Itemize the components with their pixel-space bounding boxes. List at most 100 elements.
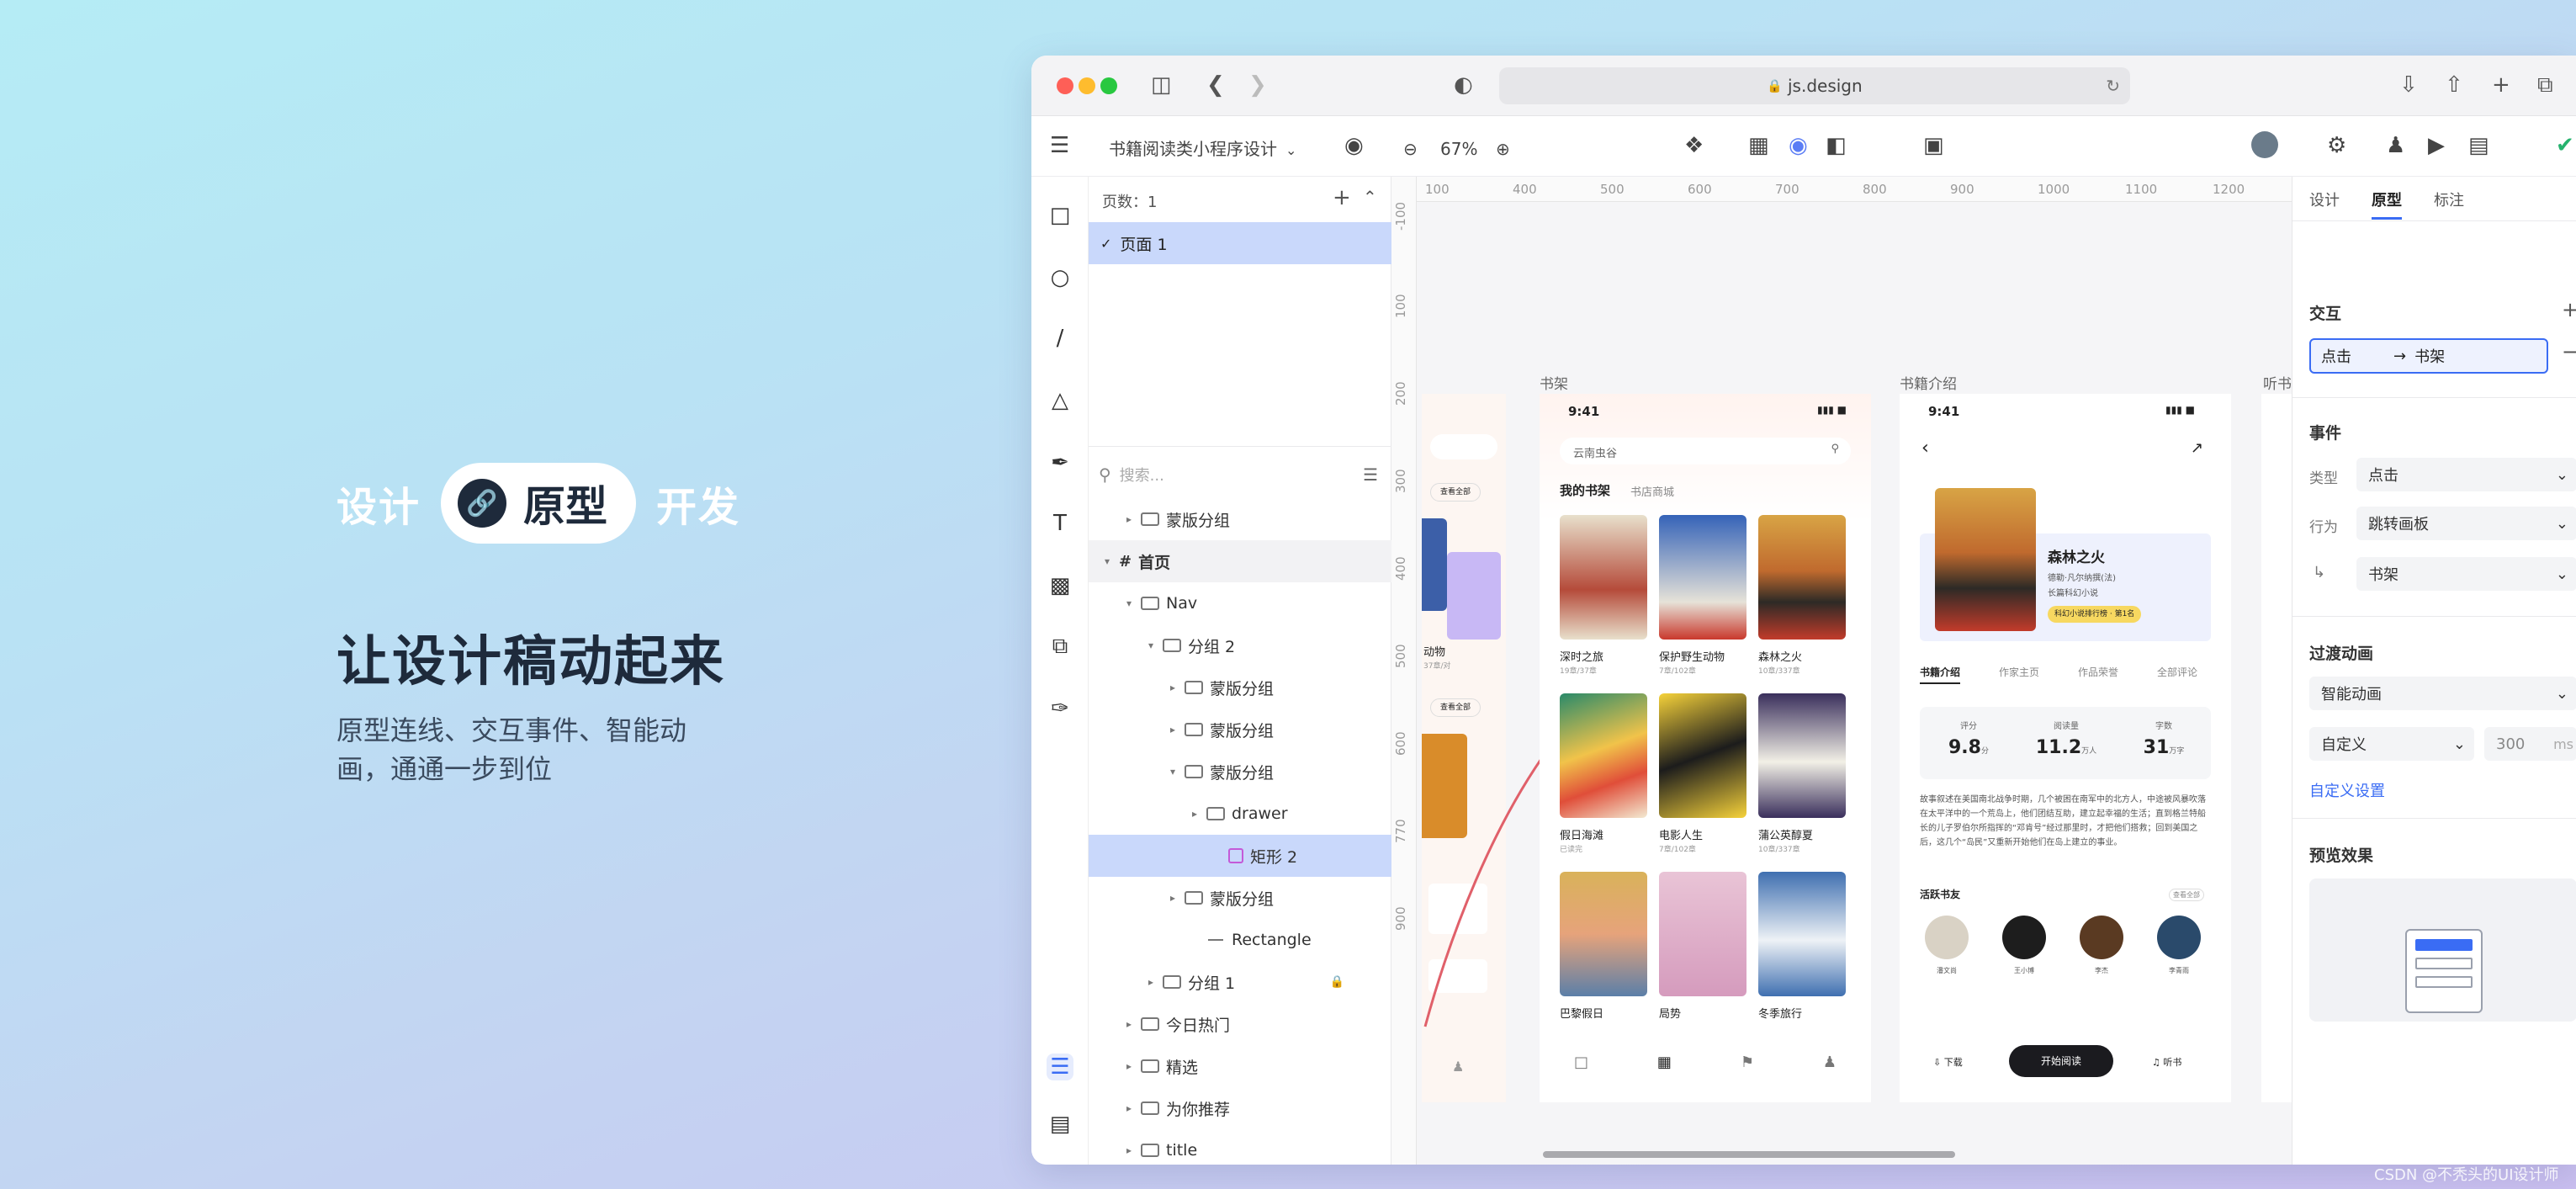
layer-row[interactable]: ▸ 分组 1 🔒 (1089, 961, 1391, 1003)
expand-arrow-icon[interactable]: ▸ (1164, 892, 1181, 904)
expand-arrow-icon[interactable]: ▾ (1121, 597, 1137, 609)
expand-arrow-icon[interactable]: ▾ (1099, 555, 1116, 567)
frame-tool-icon[interactable]: ⧉ (1047, 633, 1073, 660)
menu-icon[interactable]: ☰ (1050, 133, 1069, 158)
add-interaction-icon[interactable]: + (2562, 298, 2576, 321)
start-reading-button[interactable]: 开始阅读 (2009, 1045, 2113, 1077)
add-page-icon[interactable]: + (1333, 185, 1351, 210)
triangle-tool-icon[interactable]: △ (1047, 387, 1073, 414)
layer-search[interactable]: ⚲ 搜索... ☰ (1099, 456, 1381, 493)
book-cover-image[interactable] (1560, 872, 1647, 996)
tabs-overview-icon[interactable]: ⧉ (2537, 72, 2553, 98)
assets-icon[interactable]: ▤ (1047, 1111, 1073, 1138)
layout-icon[interactable]: ▤ (2468, 133, 2489, 158)
expand-arrow-icon[interactable]: ▸ (1164, 682, 1181, 693)
brush-tool-icon[interactable]: ✑ (1047, 695, 1073, 722)
avatar[interactable] (2080, 916, 2123, 959)
layer-row[interactable]: 矩形 2 (1089, 835, 1391, 877)
component-icon[interactable]: ❖ (1684, 133, 1704, 158)
layer-row[interactable]: ▸ 为你推荐 (1089, 1087, 1391, 1129)
reload-icon[interactable]: ↻ (2106, 76, 2120, 96)
layer-row[interactable]: ▸ 今日热门 (1089, 1003, 1391, 1045)
collapse-pages-icon[interactable]: ⌃ (1363, 187, 1377, 207)
avatar[interactable] (2251, 131, 2278, 158)
book-cover-image[interactable] (1659, 515, 1746, 640)
destination-select[interactable]: 书架 ⌄ (2356, 557, 2576, 591)
book-cover-image[interactable] (1758, 515, 1846, 640)
book-cover-image[interactable] (1758, 693, 1846, 818)
expand-arrow-icon[interactable]: ▸ (1164, 724, 1181, 735)
back-icon[interactable]: ‹ (1921, 438, 1929, 459)
file-menu-chevron-icon[interactable]: ⌄ (1285, 138, 1296, 163)
download-icon[interactable]: ⇩ (2399, 72, 2418, 98)
frame-tool-icon[interactable]: ▦ (1748, 133, 1769, 158)
image-tool-icon[interactable]: ▩ (1047, 572, 1073, 599)
pen-tool-icon[interactable]: ✒ (1047, 449, 1073, 476)
intro-tab[interactable]: 书籍介绍 (1920, 665, 1961, 684)
page-item-1[interactable]: ✓ 页面 1 (1089, 222, 1391, 264)
tab-store[interactable]: 书店商城 (1630, 483, 1674, 499)
type-select[interactable]: 点击 ⌄ (2356, 458, 2576, 491)
expand-arrow-icon[interactable]: ▸ (1121, 1060, 1137, 1072)
listen-button[interactable]: ♫ 听书 (2152, 1055, 2181, 1069)
collaborators-icon[interactable]: ♟ (2386, 133, 2405, 158)
expand-arrow-icon[interactable]: ▾ (1142, 640, 1159, 651)
plugin-icon[interactable]: ⚙ (2327, 133, 2346, 158)
interaction-item[interactable]: 点击 → 书架 (2309, 338, 2548, 374)
layer-row[interactable]: ▾ # 首页 (1089, 540, 1391, 582)
avatar[interactable] (1925, 916, 1969, 959)
book-cover-image[interactable] (1659, 872, 1746, 996)
layer-row[interactable]: ▸ 精选 (1089, 1045, 1391, 1087)
zoom-dot-icon[interactable] (1100, 77, 1117, 94)
property-tab[interactable]: 标注 (2434, 188, 2464, 210)
expand-arrow-icon[interactable]: ▸ (1121, 1144, 1137, 1156)
duration-input[interactable]: 300 ms (2484, 727, 2576, 761)
easing-select[interactable]: 自定义 ⌄ (2309, 727, 2474, 761)
bookmark-tab-icon[interactable]: ⚑ (1741, 1054, 1754, 1087)
zoom-in-icon[interactable]: ⊕ (1496, 136, 1510, 162)
layer-row[interactable]: ▾ 分组 2 (1089, 624, 1391, 666)
layer-row[interactable]: ▸ 蒙版分组 (1089, 877, 1391, 919)
partial-right-frame[interactable] (2261, 394, 2292, 1102)
share-icon[interactable]: ↗ (2191, 439, 2203, 457)
intro-tab[interactable]: 作品荣誉 (2078, 665, 2118, 679)
layer-search-input[interactable]: 搜索... (1120, 464, 1164, 486)
avatar[interactable] (2002, 916, 2046, 959)
play-icon[interactable]: ▶ (2428, 133, 2445, 158)
download-button[interactable]: ⇩ 下载 (1933, 1055, 1963, 1069)
frame-icon[interactable]: ▣ (1923, 133, 1944, 158)
property-tab[interactable]: 设计 (2309, 188, 2340, 210)
remove-interaction-icon[interactable]: − (2562, 340, 2576, 364)
avatar[interactable] (2157, 916, 2201, 959)
ellipse-tool-icon[interactable]: ○ (1047, 264, 1073, 291)
intro-tab[interactable]: 作家主页 (1999, 665, 2039, 679)
layer-row[interactable]: ▸ drawer (1089, 793, 1391, 835)
back-icon[interactable]: ❮ (1206, 72, 1225, 98)
line-tool-icon[interactable]: ∕ (1047, 325, 1073, 352)
zoom-level[interactable]: 67% (1440, 136, 1477, 162)
file-name[interactable]: 书籍阅读类小程序设计 (1109, 136, 1277, 162)
new-tab-icon[interactable]: + (2492, 72, 2510, 98)
expand-arrow-icon[interactable]: ▸ (1121, 513, 1137, 525)
intro-phone-frame[interactable]: 9:41 ▮▮▮ ■ ‹ ↗ 森林之火 德勒·凡尔纳撰(法) 长篇科幻小说 科幻… (1900, 394, 2231, 1102)
mask-icon[interactable]: ◧ (1826, 133, 1847, 158)
layer-row[interactable]: ▾ 蒙版分组 (1089, 751, 1391, 793)
expand-arrow-icon[interactable]: ▸ (1121, 1102, 1137, 1114)
expand-arrow-icon[interactable]: ▸ (1186, 808, 1203, 820)
profile-tab-icon[interactable]: ♟ (1823, 1054, 1837, 1087)
transition-select[interactable]: 智能动画 ⌄ (2309, 677, 2576, 710)
filter-icon[interactable]: ☰ (1363, 464, 1378, 485)
layer-row[interactable]: ▸ 蒙版分组 (1089, 498, 1391, 540)
shelf-search[interactable]: 云南虫谷 ⚲ (1560, 438, 1851, 464)
friends-more-link[interactable]: 查看全部 (2169, 889, 2204, 901)
layers-icon[interactable]: ☰ (1047, 1054, 1073, 1080)
rectangle-tool-icon[interactable]: □ (1047, 202, 1073, 229)
shelf-tab-icon[interactable]: □ (1574, 1054, 1588, 1087)
shield-icon[interactable]: ◐ (1454, 72, 1473, 98)
lock-icon[interactable]: 🔒 (1330, 975, 1344, 989)
expand-arrow-icon[interactable]: ▸ (1121, 1018, 1137, 1030)
layer-row[interactable]: ▾ Nav (1089, 582, 1391, 624)
forward-icon[interactable]: ❯ (1248, 72, 1267, 98)
zoom-out-icon[interactable]: ⊖ (1403, 136, 1418, 162)
tab-my-shelf[interactable]: 我的书架 (1560, 481, 1610, 499)
